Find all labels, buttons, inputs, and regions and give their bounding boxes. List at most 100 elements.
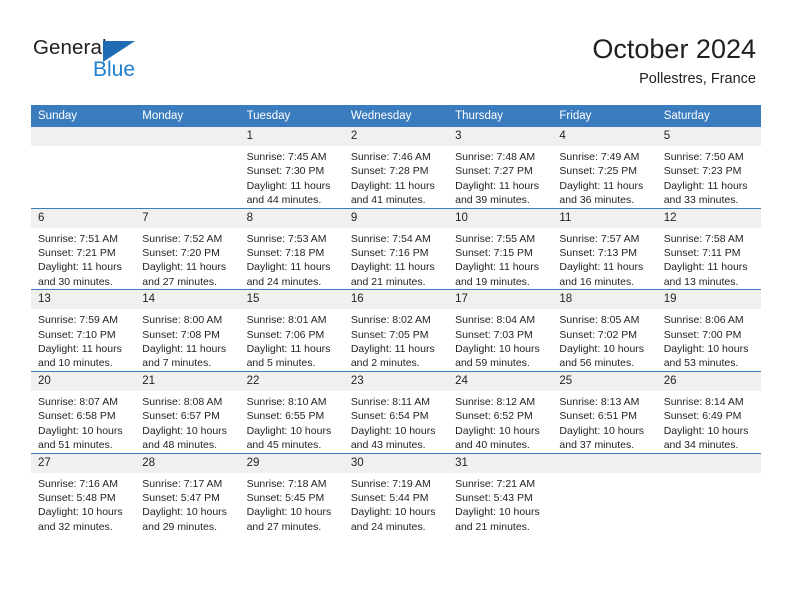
sunset-text: Sunset: 7:15 PM	[455, 247, 533, 260]
daylight-text: Daylight: 11 hours and 36 minutes.	[559, 179, 644, 207]
calendar-day-cell[interactable]: 16 Sunrise: 8:02 AM Sunset: 7:05 PM Dayligh…	[343, 289, 449, 372]
calendar-day-cell[interactable]: 25 Sunrise: 8:13 AM Sunset: 6:51 PM Dayligh…	[552, 370, 657, 453]
sunset-text: Sunset: 7:18 PM	[246, 247, 325, 260]
daylight-text: Daylight: 11 hours and 30 minutes.	[38, 261, 122, 288]
day-sun-info: Sunrise: 8:08 AM Sunset: 6:57 PM Daylight:…	[135, 391, 239, 453]
calendar-day-cell[interactable]: 21 Sunrise: 8:08 AM Sunset: 6:57 PM Dayligh…	[135, 370, 240, 453]
calendar-day-cell[interactable]: 31 Sunrise: 7:21 AM Sunset: 5:43 PM Dayligh…	[448, 452, 553, 535]
sunrise-text: Sunrise: 7:16 AM	[38, 477, 118, 490]
sunrise-text: Sunrise: 7:45 AM	[246, 151, 327, 163]
day-number: 31	[448, 453, 553, 473]
calendar-day-cell[interactable]: 29 Sunrise: 7:18 AM Sunset: 5:45 PM Dayligh…	[239, 452, 344, 535]
weekday-header-thursday: Thursday	[448, 105, 553, 127]
sunset-text: Sunset: 6:57 PM	[142, 410, 220, 423]
calendar-day-cell[interactable]: 13 Sunrise: 7:59 AM Sunset: 7:10 PM Dayligh…	[31, 289, 136, 372]
calendar-day-cell[interactable]: 30 Sunrise: 7:19 AM Sunset: 5:44 PM Dayligh…	[343, 452, 449, 535]
sunrise-text: Sunrise: 8:08 AM	[142, 395, 223, 408]
day-sun-info: Sunrise: 7:45 AM Sunset: 7:30 PM Daylight:…	[240, 146, 344, 208]
calendar-day-cell[interactable]: 3 Sunrise: 7:48 AM Sunset: 7:27 PM Daylight…	[448, 127, 553, 209]
sunset-text: Sunset: 7:05 PM	[350, 328, 429, 341]
weekday-header-monday: Monday	[135, 105, 240, 127]
day-number: 23	[343, 371, 449, 391]
page-subtitle: Pollestres, France	[639, 71, 756, 87]
day-number: 4	[552, 127, 657, 146]
calendar-day-cell[interactable]: 4 Sunrise: 7:49 AM Sunset: 7:25 PM Daylight…	[552, 127, 657, 209]
calendar-day-cell[interactable]: 9 Sunrise: 7:54 AM Sunset: 7:16 PM Daylight…	[343, 207, 449, 290]
daylight-text: Daylight: 10 hours and 45 minutes.	[246, 424, 332, 452]
daylight-text: Daylight: 10 hours and 21 minutes.	[455, 506, 540, 533]
day-sun-info: Sunrise: 8:07 AM Sunset: 6:58 PM Daylight:…	[31, 391, 135, 453]
daylight-text: Daylight: 10 hours and 32 minutes.	[38, 506, 123, 533]
calendar-day-cell[interactable]: 6 Sunrise: 7:51 AM Sunset: 7:21 PM Daylight…	[31, 207, 136, 290]
daylight-text: Daylight: 11 hours and 21 minutes.	[350, 261, 435, 288]
sunset-text: Sunset: 7:08 PM	[142, 328, 220, 341]
sunrise-text: Sunrise: 8:07 AM	[38, 395, 118, 408]
sunrise-text: Sunrise: 8:02 AM	[350, 314, 431, 327]
calendar-day-cell[interactable]: 1 Sunrise: 7:45 AM Sunset: 7:30 PM Daylight…	[239, 127, 344, 209]
calendar-day-cell[interactable]: 10 Sunrise: 7:55 AM Sunset: 7:15 PM Dayligh…	[448, 207, 553, 290]
sunrise-text: Sunrise: 7:18 AM	[246, 477, 327, 490]
calendar-day-cell[interactable]: 27 Sunrise: 7:16 AM Sunset: 5:48 PM Dayligh…	[31, 452, 136, 535]
weekday-header-wednesday: Wednesday	[343, 105, 449, 127]
day-number: 26	[656, 371, 761, 391]
calendar-day-cell[interactable]: 26 Sunrise: 8:14 AM Sunset: 6:49 PM Dayligh…	[656, 370, 761, 453]
day-sun-info: Sunrise: 7:52 AM Sunset: 7:20 PM Daylight:…	[135, 228, 239, 290]
daylight-text: Daylight: 10 hours and 59 minutes.	[455, 343, 540, 370]
calendar-day-cell[interactable]: 28 Sunrise: 7:17 AM Sunset: 5:47 PM Dayligh…	[135, 452, 240, 535]
calendar-week-row: 27 Sunrise: 7:16 AM Sunset: 5:48 PM Dayligh…	[31, 452, 761, 535]
sunset-text: Sunset: 7:23 PM	[663, 165, 742, 178]
sunset-text: Sunset: 6:52 PM	[455, 410, 533, 423]
weekday-header-sunday: Sunday	[31, 105, 136, 127]
day-number: 22	[239, 371, 344, 391]
calendar-day-cell[interactable]: 23 Sunrise: 8:11 AM Sunset: 6:54 PM Dayligh…	[343, 370, 449, 453]
page-title: October 2024	[592, 34, 756, 64]
day-number: 19	[656, 290, 761, 310]
day-sun-info: Sunrise: 7:58 AM Sunset: 7:11 PM Daylight:…	[657, 228, 761, 290]
calendar-day-cell[interactable]: 22 Sunrise: 8:10 AM Sunset: 6:55 PM Dayligh…	[239, 370, 344, 453]
calendar-day-cell[interactable]: 24 Sunrise: 8:12 AM Sunset: 6:52 PM Dayligh…	[448, 370, 553, 453]
calendar-day-cell[interactable]: 5 Sunrise: 7:50 AM Sunset: 7:23 PM Daylight…	[656, 127, 761, 209]
sunset-text: Sunset: 6:55 PM	[246, 410, 325, 423]
calendar-day-cell[interactable]: 19 Sunrise: 8:06 AM Sunset: 7:00 PM Dayligh…	[656, 289, 761, 372]
daylight-text: Daylight: 10 hours and 53 minutes.	[663, 343, 749, 370]
sunset-text: Sunset: 5:47 PM	[142, 491, 220, 504]
sunrise-text: Sunrise: 7:50 AM	[663, 151, 744, 163]
day-number: 5	[656, 127, 761, 146]
day-number: 27	[31, 453, 136, 473]
daylight-text: Daylight: 10 hours and 56 minutes.	[559, 343, 645, 370]
daylight-text: Daylight: 10 hours and 29 minutes.	[142, 506, 227, 533]
day-sun-info: Sunrise: 8:12 AM Sunset: 6:52 PM Daylight:…	[448, 391, 552, 453]
day-number: 17	[448, 290, 553, 310]
calendar-day-cell[interactable]: 7 Sunrise: 7:52 AM Sunset: 7:20 PM Daylight…	[135, 207, 240, 290]
calendar-day-cell[interactable]: 20 Sunrise: 8:07 AM Sunset: 6:58 PM Dayligh…	[31, 370, 136, 453]
calendar-day-cell[interactable]: 2 Sunrise: 7:46 AM Sunset: 7:28 PM Daylight…	[343, 127, 449, 209]
sunset-text: Sunset: 7:28 PM	[350, 165, 429, 178]
calendar-day-cell[interactable]: 11 Sunrise: 7:57 AM Sunset: 7:13 PM Dayligh…	[552, 207, 657, 290]
day-number: 30	[343, 453, 449, 473]
daylight-text: Daylight: 11 hours and 10 minutes.	[38, 343, 122, 370]
calendar-day-cell[interactable]: 12 Sunrise: 7:58 AM Sunset: 7:11 PM Dayligh…	[656, 207, 761, 290]
daylight-text: Daylight: 10 hours and 24 minutes.	[350, 506, 436, 533]
sunrise-text: Sunrise: 8:04 AM	[455, 314, 536, 327]
day-sun-info: Sunrise: 7:51 AM Sunset: 7:21 PM Daylight:…	[31, 228, 135, 290]
sunrise-text: Sunrise: 8:14 AM	[663, 395, 744, 408]
day-number: 16	[343, 290, 449, 310]
sunset-text: Sunset: 6:51 PM	[559, 410, 638, 423]
daylight-text: Daylight: 11 hours and 7 minutes.	[142, 343, 227, 370]
calendar-day-cell-empty	[31, 127, 136, 209]
day-number: 20	[31, 371, 136, 391]
day-sun-info: Sunrise: 7:46 AM Sunset: 7:28 PM Daylight:…	[344, 146, 448, 208]
sunset-text: Sunset: 6:58 PM	[38, 410, 116, 423]
sunset-text: Sunset: 7:25 PM	[559, 165, 638, 178]
day-sun-info: Sunrise: 7:50 AM Sunset: 7:23 PM Daylight:…	[657, 146, 761, 208]
calendar-day-cell[interactable]: 15 Sunrise: 8:01 AM Sunset: 7:06 PM Dayligh…	[239, 289, 344, 372]
daylight-text: Daylight: 10 hours and 51 minutes.	[38, 424, 123, 452]
day-number	[656, 453, 761, 473]
calendar-day-cell[interactable]: 18 Sunrise: 8:05 AM Sunset: 7:02 PM Dayligh…	[552, 289, 657, 372]
day-sun-info: Sunrise: 8:00 AM Sunset: 7:08 PM Daylight:…	[135, 309, 239, 371]
calendar-day-cell[interactable]: 8 Sunrise: 7:53 AM Sunset: 7:18 PM Daylight…	[239, 207, 344, 290]
daylight-text: Daylight: 11 hours and 13 minutes.	[663, 261, 748, 288]
calendar-day-cell[interactable]: 14 Sunrise: 8:00 AM Sunset: 7:08 PM Dayligh…	[135, 289, 240, 372]
calendar-day-cell[interactable]: 17 Sunrise: 8:04 AM Sunset: 7:03 PM Dayligh…	[448, 289, 553, 372]
day-sun-info: Sunrise: 7:55 AM Sunset: 7:15 PM Daylight:…	[448, 228, 552, 290]
